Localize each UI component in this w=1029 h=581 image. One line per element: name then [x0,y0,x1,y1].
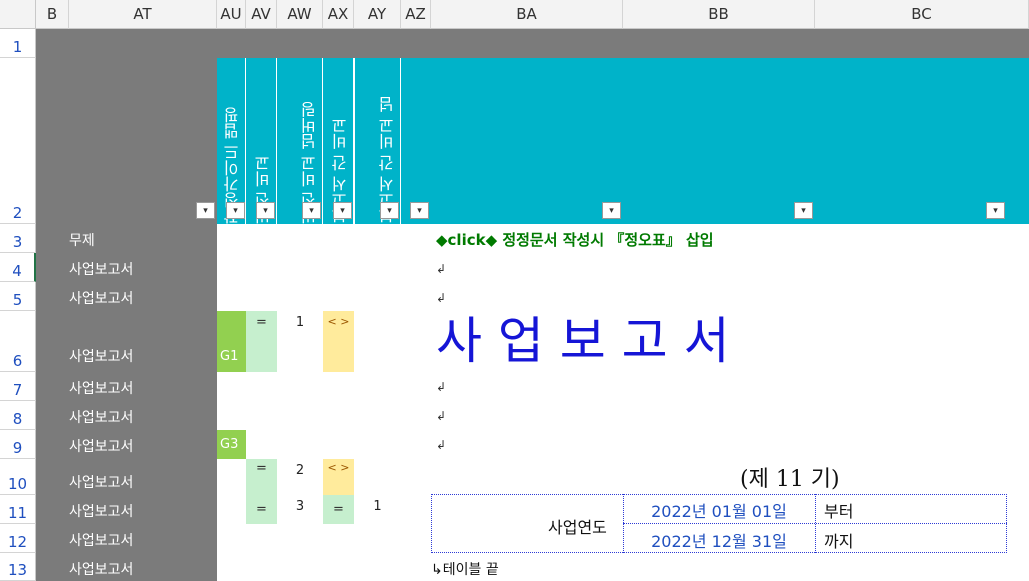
chevron-down-icon: ▾ [340,205,345,216]
row-header-2[interactable]: 2 [0,58,36,224]
vheader-version-compare: 버전 비교 [246,58,277,224]
return-mark: ↲ [436,380,447,394]
row-header-12[interactable]: 12 [0,524,36,553]
cell-ax11-eq[interactable]: = [323,495,354,524]
cell-at8[interactable]: 사업보고서 [69,407,133,427]
cell-at7[interactable]: 사업보고서 [69,378,133,398]
row-header-3[interactable]: 3 [0,224,36,253]
chevron-down-icon: ▾ [993,205,998,216]
chevron-down-icon: ▾ [387,205,392,216]
return-mark: ↲ [436,438,447,452]
chevron-down-icon: ▾ [309,205,314,216]
cell-at9[interactable]: 사업보고서 [69,436,133,456]
col-header-at[interactable]: AT [69,0,217,29]
col-header-ay[interactable]: AY [354,0,401,29]
return-mark: ↲ [436,262,447,276]
vheader-report-compare-num: 보고서 간 비교 넘 [354,58,401,224]
cell-au9-g3[interactable]: G3 [217,430,246,459]
filter-dropdown-at[interactable]: ▾ [196,202,215,219]
cell-at4[interactable]: 사업보고서 [69,259,133,279]
cell-at12[interactable]: 사업보고서 [69,530,133,550]
row-header-8[interactable]: 8 [0,401,36,430]
cell-av6-eq[interactable]: = [246,311,277,372]
filter-dropdown-ax[interactable]: ▾ [333,202,352,219]
fiscal-start-date[interactable]: 2022년 01월 01일 [623,498,815,522]
filter-dropdown-av[interactable]: ▾ [256,202,275,219]
cell-at5[interactable]: 사업보고서 [69,288,133,308]
gray-region-row1 [217,29,1029,58]
cell-aw10[interactable]: 2 [277,459,323,481]
document-title[interactable]: 사 업 보 고 서 [436,311,730,372]
vheader-mapping: 작성가이드 맵핑 [217,58,246,224]
cell-at10[interactable]: 사업보고서 [69,472,133,492]
col-header-b[interactable]: B [36,0,69,29]
row-header-13[interactable]: 13 [0,553,36,581]
cell-ax10-neq[interactable]: < > [323,459,354,495]
filter-dropdown-az[interactable]: ▾ [410,202,429,219]
chevron-down-icon: ▾ [203,205,208,216]
row-header-1[interactable]: 1 [0,29,36,58]
cell-av10-eq[interactable]: = [246,459,277,495]
col-header-bc[interactable]: BC [815,0,1029,29]
to-label[interactable]: 까지 [824,528,853,552]
cell-aw6[interactable]: 1 [277,311,323,333]
chevron-down-icon: ▾ [233,205,238,216]
select-all-corner[interactable] [0,0,36,29]
chevron-down-icon: ▾ [417,205,422,216]
cell-ax6-neq[interactable]: < > [323,311,354,372]
filter-dropdown-au[interactable]: ▾ [226,202,245,219]
vheader-version-numbering: 버전 비교 넘버링 [277,58,323,224]
filter-dropdown-ba[interactable]: ▾ [602,202,621,219]
row-header-10[interactable]: 10 [0,459,36,495]
chevron-down-icon: ▾ [609,205,614,216]
col-header-ba[interactable]: BA [431,0,623,29]
row-header-4[interactable]: 4 [0,253,36,282]
fiscal-end-date[interactable]: 2022년 12월 31일 [623,528,815,552]
col-header-bb[interactable]: BB [623,0,815,29]
return-mark: ↲ [436,291,447,305]
chevron-down-icon: ▾ [263,205,268,216]
filter-dropdown-bc[interactable]: ▾ [986,202,1005,219]
chevron-down-icon: ▾ [801,205,806,216]
cell-au6-g1[interactable]: G1 [217,311,246,372]
row-header-6[interactable]: 6 [0,311,36,372]
from-label[interactable]: 부터 [824,498,853,522]
cell-at3[interactable]: 무제 [69,230,95,250]
fiscal-year-label[interactable]: 사업연도 [548,514,607,538]
col-header-av[interactable]: AV [246,0,277,29]
table-end-marker: ↳테이블 끝 [431,562,499,578]
cell-ay11[interactable]: 1 [354,495,401,517]
col-header-ax[interactable]: AX [323,0,354,29]
table-divider [623,523,1007,524]
cell-at6[interactable]: 사업보고서 [69,346,133,366]
row-header-5[interactable]: 5 [0,282,36,311]
return-mark: ↲ [436,409,447,423]
filter-dropdown-bb[interactable]: ▾ [794,202,813,219]
filter-dropdown-ay[interactable]: ▾ [380,202,399,219]
vheader-report-compare: 보고서 간 비교 [323,58,354,224]
col-header-aw[interactable]: AW [277,0,323,29]
row-header-9[interactable]: 9 [0,430,36,459]
cell-at11[interactable]: 사업보고서 [69,501,133,521]
period-label[interactable]: (제 11 기) [740,461,840,493]
row-header-7[interactable]: 7 [0,372,36,401]
click-instruction-link[interactable]: ◆click◆ 정정문서 작성시 『정오표』 삽입 [436,229,714,250]
filter-dropdown-aw[interactable]: ▾ [302,202,321,219]
cell-at13[interactable]: 사업보고서 [69,559,133,579]
cell-aw11[interactable]: 3 [277,495,323,517]
row-header-11[interactable]: 11 [0,495,36,524]
cell-av11-eq[interactable]: = [246,495,277,524]
col-header-au[interactable]: AU [217,0,246,29]
col-header-az[interactable]: AZ [401,0,431,29]
